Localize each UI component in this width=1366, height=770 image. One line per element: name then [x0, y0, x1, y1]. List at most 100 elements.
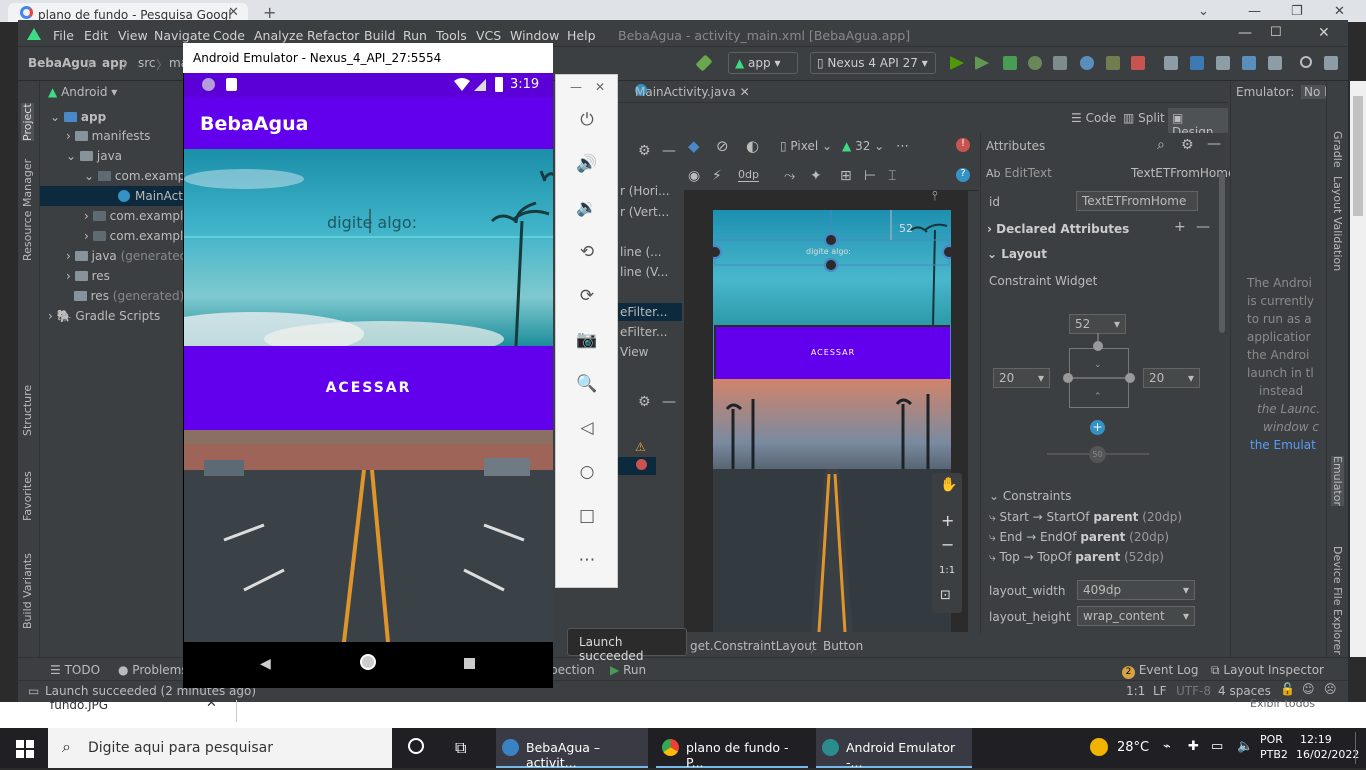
tree-item[interactable]: ⌄ java — [66, 149, 122, 163]
tab-favorites[interactable]: Favorites — [21, 471, 34, 521]
edittext-hint[interactable]: digite algo: — [327, 213, 417, 232]
menu-analyze[interactable]: Analyze — [254, 28, 303, 43]
menu-window[interactable]: Window — [510, 28, 559, 43]
clear-constraints-icon[interactable]: ⤳ — [784, 168, 795, 184]
guidelines-icon[interactable]: ⊞ — [840, 168, 852, 184]
breadcrumb-src[interactable]: src — [138, 56, 156, 70]
component-tree-item[interactable]: r (Vert... — [620, 205, 669, 219]
search-icon[interactable]: ⌕ — [1157, 137, 1165, 153]
theme-icon[interactable]: ◐ — [746, 137, 759, 155]
apply-code-icon[interactable] — [975, 56, 989, 70]
power-icon[interactable]: ⏻ — [576, 110, 598, 132]
component-tree-item[interactable]: eFilter... — [620, 325, 667, 339]
device-preview-select[interactable]: ▯ Pixel ⌄ — [780, 139, 832, 153]
nav-home-icon[interactable] — [360, 654, 376, 670]
keyboard-layout[interactable]: PTB2 — [1260, 748, 1288, 761]
tree-item[interactable]: › res — [66, 269, 110, 283]
attach-debugger-icon[interactable] — [1080, 56, 1094, 70]
attributes-scrollbar[interactable] — [1219, 173, 1225, 333]
margin-top-select[interactable]: 52 ▾ — [1069, 314, 1126, 334]
nav-back-icon[interactable]: ◀ — [260, 656, 271, 672]
tree-item-selected[interactable]: MainActi — [40, 186, 190, 206]
avd-manager-icon[interactable] — [1190, 56, 1204, 70]
hammer-icon[interactable] — [695, 54, 713, 72]
menu-run[interactable]: Run — [403, 28, 427, 43]
menu-navigate[interactable]: Navigate — [154, 28, 210, 43]
tree-item[interactable]: › java (generated) — [66, 249, 192, 263]
more-icon[interactable]: ⋯ — [576, 550, 598, 572]
menu-code[interactable]: Code — [213, 28, 245, 43]
zoom-fit-icon[interactable]: ⊡ — [940, 588, 951, 603]
tab-todo[interactable]: ☰ TODO — [50, 663, 100, 677]
breadcrumb-button[interactable]: Button — [823, 639, 863, 653]
layout-height-select[interactable]: wrap_content ▾ — [1077, 606, 1195, 626]
tab-device-file-explorer[interactable]: Device File Explorer — [1331, 546, 1344, 655]
component-tree-item-selected[interactable]: eFilter... — [618, 303, 682, 321]
project-view-select[interactable]: ▲ Android ▾ — [48, 85, 117, 99]
tab-event-log[interactable]: 2 Event Log — [1122, 663, 1198, 679]
constraint-top[interactable]: ⤷ Top → TopOf parent (52dp) — [989, 550, 1164, 565]
tab-mainactivity[interactable]: MainActivity.java ✕ — [635, 85, 750, 99]
stop-icon[interactable] — [1131, 56, 1145, 70]
apply-changes-icon[interactable] — [950, 56, 964, 70]
margin-field[interactable]: 0dp — [738, 168, 759, 182]
tab-resource-manager[interactable]: Resource Manager — [21, 159, 34, 261]
tab-build-variants[interactable]: Build Variants — [21, 553, 34, 629]
baseline-icon[interactable]: ⌶ — [888, 168, 896, 184]
attach-icon[interactable] — [1106, 56, 1120, 70]
search-icon[interactable] — [1300, 56, 1312, 68]
preview-button[interactable]: ACESSAR — [716, 327, 950, 379]
device-manager-icon[interactable] — [1268, 56, 1282, 70]
margin-end-select[interactable]: 20 ▾ — [1143, 368, 1200, 388]
show-all-link[interactable]: Exibir todos — [1250, 697, 1315, 710]
zoom-out-icon[interactable]: − — [941, 535, 954, 554]
tab-structure[interactable]: Structure — [21, 385, 34, 436]
smile-icon[interactable]: ☺ — [1302, 682, 1315, 696]
autoconnect-icon[interactable]: ⚡ — [712, 168, 722, 184]
volume-up-icon[interactable]: 🔊 — [576, 154, 598, 176]
taskbar-app-studio[interactable]: BebaAgua – activit... — [496, 728, 648, 770]
menu-help[interactable]: Help — [567, 28, 596, 43]
speaker-icon[interactable]: 🔈 — [1237, 739, 1253, 754]
emulator-tab[interactable]: Emulator: — [1236, 85, 1294, 99]
minimize-panel-icon[interactable]: — — [662, 394, 676, 410]
window-scrollbar[interactable] — [1350, 81, 1366, 657]
close-window-icon[interactable]: ✕ — [1334, 4, 1345, 19]
menu-edit[interactable]: Edit — [84, 28, 108, 43]
taskbar-app-chrome[interactable]: plano de fundo - P... — [656, 728, 808, 770]
cortana-icon[interactable] — [408, 738, 424, 754]
cursor-position[interactable]: 1:1 — [1126, 684, 1145, 698]
remove-attribute-icon[interactable]: — — [1196, 219, 1210, 235]
clock-time[interactable]: 12:19 — [1300, 733, 1332, 746]
layout-section[interactable]: ⌄ Layout — [987, 247, 1047, 261]
clock-date[interactable]: 16/02/2022 — [1296, 748, 1359, 761]
tree-item[interactable]: ⌄ com.exampl — [84, 169, 189, 183]
restore-ide-icon[interactable]: ☐ — [1270, 25, 1282, 40]
tree-item[interactable]: ⌄ app — [50, 110, 106, 124]
breadcrumb-constraintlayout[interactable]: get.ConstraintLayout — [690, 639, 817, 653]
tab-project[interactable]: Project — [21, 103, 34, 141]
run-icon[interactable] — [1003, 56, 1017, 70]
network-icon[interactable]: ⌁ — [1163, 739, 1171, 754]
menu-file[interactable]: File — [53, 28, 74, 43]
close-download-icon[interactable]: ✕ — [206, 696, 217, 711]
resize-handle-icon[interactable]: ⫯ — [932, 189, 938, 204]
help-icon[interactable]: ? — [956, 168, 970, 182]
menu-view[interactable]: View — [118, 28, 148, 43]
minimize-icon[interactable]: — — [1248, 4, 1261, 19]
tab-emulator[interactable]: Emulator — [1331, 456, 1344, 506]
component-tree-item[interactable]: r (Hori... — [620, 184, 670, 198]
sync-icon[interactable] — [1164, 56, 1178, 70]
layout-width-select[interactable]: 409dp ▾ — [1077, 580, 1195, 600]
account-icon[interactable] — [1324, 56, 1338, 70]
file-encoding[interactable]: UTF-8 — [1176, 684, 1211, 698]
blueprint-icon[interactable]: ⊘ — [716, 137, 729, 155]
run-config-select[interactable]: ▲ app ▾ — [728, 52, 798, 74]
component-tree-item[interactable]: line (V... — [620, 265, 668, 279]
constraint-end[interactable]: ⤷ End → EndOf parent (20dp) — [989, 530, 1169, 545]
device-select[interactable]: ▯ Nexus 4 API 27 ▾ — [810, 52, 936, 74]
menu-vcs[interactable]: VCS — [476, 28, 501, 43]
taskbar-search[interactable]: ⌕ Digite aqui para pesquisar — [48, 728, 392, 768]
locale-icon[interactable]: ⋯ — [896, 139, 909, 154]
rotate-right-icon[interactable]: ⟳ — [576, 286, 598, 308]
